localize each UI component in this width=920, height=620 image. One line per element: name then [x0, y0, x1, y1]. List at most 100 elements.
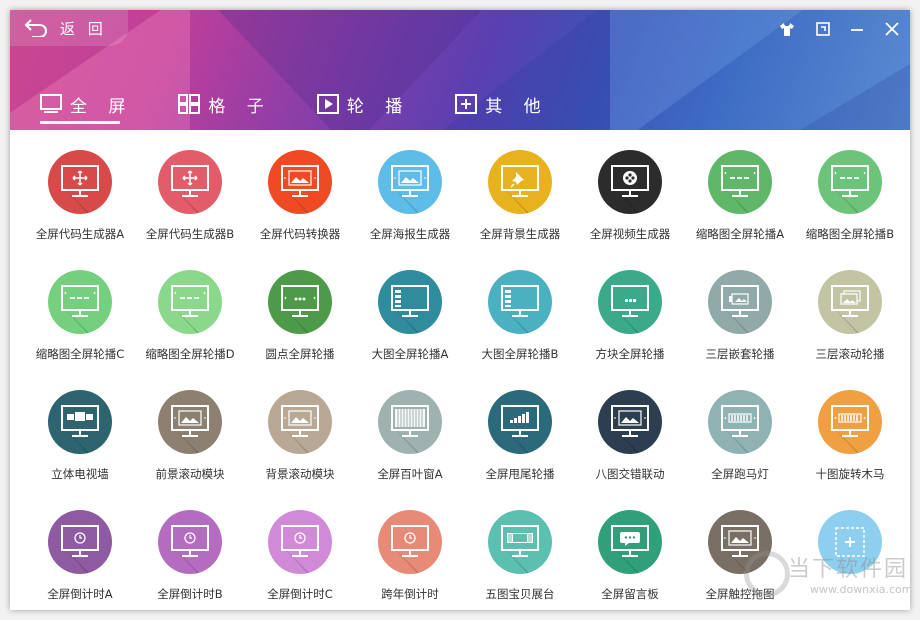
image-icon	[158, 390, 222, 454]
template-item[interactable]: 全屏倒计时B	[135, 510, 245, 602]
bars-icon	[488, 390, 552, 454]
template-label: 全屏百叶窗A	[377, 467, 443, 481]
template-item[interactable]: 全屏代码生成器B	[135, 150, 245, 242]
app-window: 返 回 全 屏 格 子 轮 播 其 他 全屏代码生成器A 全屏代码生成器B 全屏…	[10, 10, 910, 610]
screenshot-button[interactable]	[812, 20, 834, 38]
marquee-icon	[708, 390, 772, 454]
back-label: 返 回	[60, 19, 107, 38]
slides-icon	[48, 270, 112, 334]
template-item[interactable]: 缩略图全屏轮播B	[795, 150, 905, 242]
template-item[interactable]: 跨年倒计时	[355, 510, 465, 602]
tv-icon	[48, 390, 112, 454]
template-label: 全屏触控拖图	[705, 587, 775, 601]
template-label: 方块全屏轮播	[595, 347, 665, 361]
back-button[interactable]: 返 回	[10, 10, 128, 46]
film2-icon	[488, 510, 552, 574]
template-label: 全屏倒计时A	[47, 587, 113, 601]
shirt-icon	[780, 23, 794, 36]
image-icon	[268, 150, 332, 214]
tab-label: 轮 播	[346, 96, 411, 117]
clock-icon	[378, 510, 442, 574]
template-item[interactable]: 三层嵌套轮播	[685, 270, 795, 362]
template-item[interactable]: 全屏倒计时C	[245, 510, 355, 602]
template-label: 全屏跑马灯	[711, 467, 769, 481]
grid-icon	[178, 94, 201, 114]
template-label: 大图全屏轮播B	[481, 347, 559, 361]
template-item[interactable]: 大图全屏轮播A	[355, 270, 465, 362]
tab-grid[interactable]: 格 子	[178, 92, 272, 117]
template-item[interactable]: 立体电视墙	[25, 390, 135, 482]
plus-box-icon	[455, 94, 478, 114]
add-template-button[interactable]	[795, 510, 905, 586]
template-item[interactable]: 全屏百叶窗A	[355, 390, 465, 482]
template-label: 三层嵌套轮播	[705, 347, 775, 361]
fullscreen-icon	[40, 94, 62, 113]
slides-icon	[158, 270, 222, 334]
marquee-icon	[818, 390, 882, 454]
template-item[interactable]: 全屏触控拖图	[685, 510, 795, 602]
close-button[interactable]	[881, 20, 903, 38]
template-item[interactable]: 大图全屏轮播B	[465, 270, 575, 362]
stack-icon	[818, 270, 882, 334]
template-item[interactable]: 八图交错联动	[575, 390, 685, 482]
template-label: 全屏视频生成器	[589, 227, 671, 241]
tab-label: 其 他	[485, 96, 549, 117]
list-icon	[488, 270, 552, 334]
template-label: 跨年倒计时	[381, 587, 439, 601]
template-label: 全屏倒计时C	[267, 587, 333, 601]
template-label: 全屏倒计时B	[157, 587, 223, 601]
template-item[interactable]: 五图宝贝展台	[465, 510, 575, 602]
nested-icon	[708, 270, 772, 334]
template-item[interactable]: 背景滚动模块	[245, 390, 355, 482]
image-icon	[598, 390, 662, 454]
tab-other[interactable]: 其 他	[455, 92, 549, 117]
minimize-icon	[851, 29, 863, 31]
template-item[interactable]: 全屏视频生成器	[575, 150, 685, 242]
clock-icon	[268, 510, 332, 574]
clock-icon	[48, 510, 112, 574]
template-label: 三层滚动轮播	[815, 347, 885, 361]
template-label: 缩略图全屏轮播C	[35, 347, 125, 361]
minimize-button[interactable]	[846, 20, 868, 38]
dots-icon	[268, 270, 332, 334]
template-item[interactable]: 十图旋转木马	[795, 390, 905, 482]
tab-label: 全 屏	[70, 96, 134, 117]
template-label: 圆点全屏轮播	[265, 347, 335, 361]
add-icon	[818, 510, 882, 574]
slides-icon	[818, 150, 882, 214]
blinds-icon	[378, 390, 442, 454]
template-item[interactable]: 方块全屏轮播	[575, 270, 685, 362]
template-label: 缩略图全屏轮播B	[805, 227, 895, 241]
list-icon	[378, 270, 442, 334]
skin-button[interactable]	[776, 20, 798, 38]
tab-bar: 全 屏 格 子 轮 播 其 他	[40, 92, 594, 124]
template-item[interactable]: 缩略图全屏轮播C	[25, 270, 135, 362]
template-label: 全屏代码生成器A	[35, 227, 125, 241]
play-icon	[316, 94, 339, 114]
template-item[interactable]: 全屏甩尾轮播	[465, 390, 575, 482]
image-icon	[708, 510, 772, 574]
template-item[interactable]: 全屏留言板	[575, 510, 685, 602]
template-label: 五图宝贝展台	[485, 587, 555, 601]
template-item[interactable]: 全屏代码转换器	[245, 150, 355, 242]
template-item[interactable]: 全屏海报生成器	[355, 150, 465, 242]
template-item[interactable]: 全屏背景生成器	[465, 150, 575, 242]
template-item[interactable]: 全屏代码生成器A	[25, 150, 135, 242]
tab-carousel[interactable]: 轮 播	[316, 92, 411, 117]
move-icon	[158, 150, 222, 214]
template-item[interactable]: 缩略图全屏轮播D	[135, 270, 245, 362]
template-item[interactable]: 全屏跑马灯	[685, 390, 795, 482]
template-label: 全屏背景生成器	[479, 227, 561, 241]
template-item[interactable]: 圆点全屏轮播	[245, 270, 355, 362]
slides-icon	[708, 150, 772, 214]
template-item[interactable]: 三层滚动轮播	[795, 270, 905, 362]
tab-label: 格 子	[208, 96, 272, 117]
template-label: 立体电视墙	[51, 467, 109, 481]
template-item[interactable]: 前景滚动模块	[135, 390, 245, 482]
template-item[interactable]: 全屏倒计时A	[25, 510, 135, 602]
screenshot-icon	[816, 22, 830, 36]
template-item[interactable]: 缩略图全屏轮播A	[685, 150, 795, 242]
template-label: 八图交错联动	[595, 467, 665, 481]
template-label: 全屏留言板	[601, 587, 659, 601]
tab-fullscreen[interactable]: 全 屏	[40, 92, 134, 124]
